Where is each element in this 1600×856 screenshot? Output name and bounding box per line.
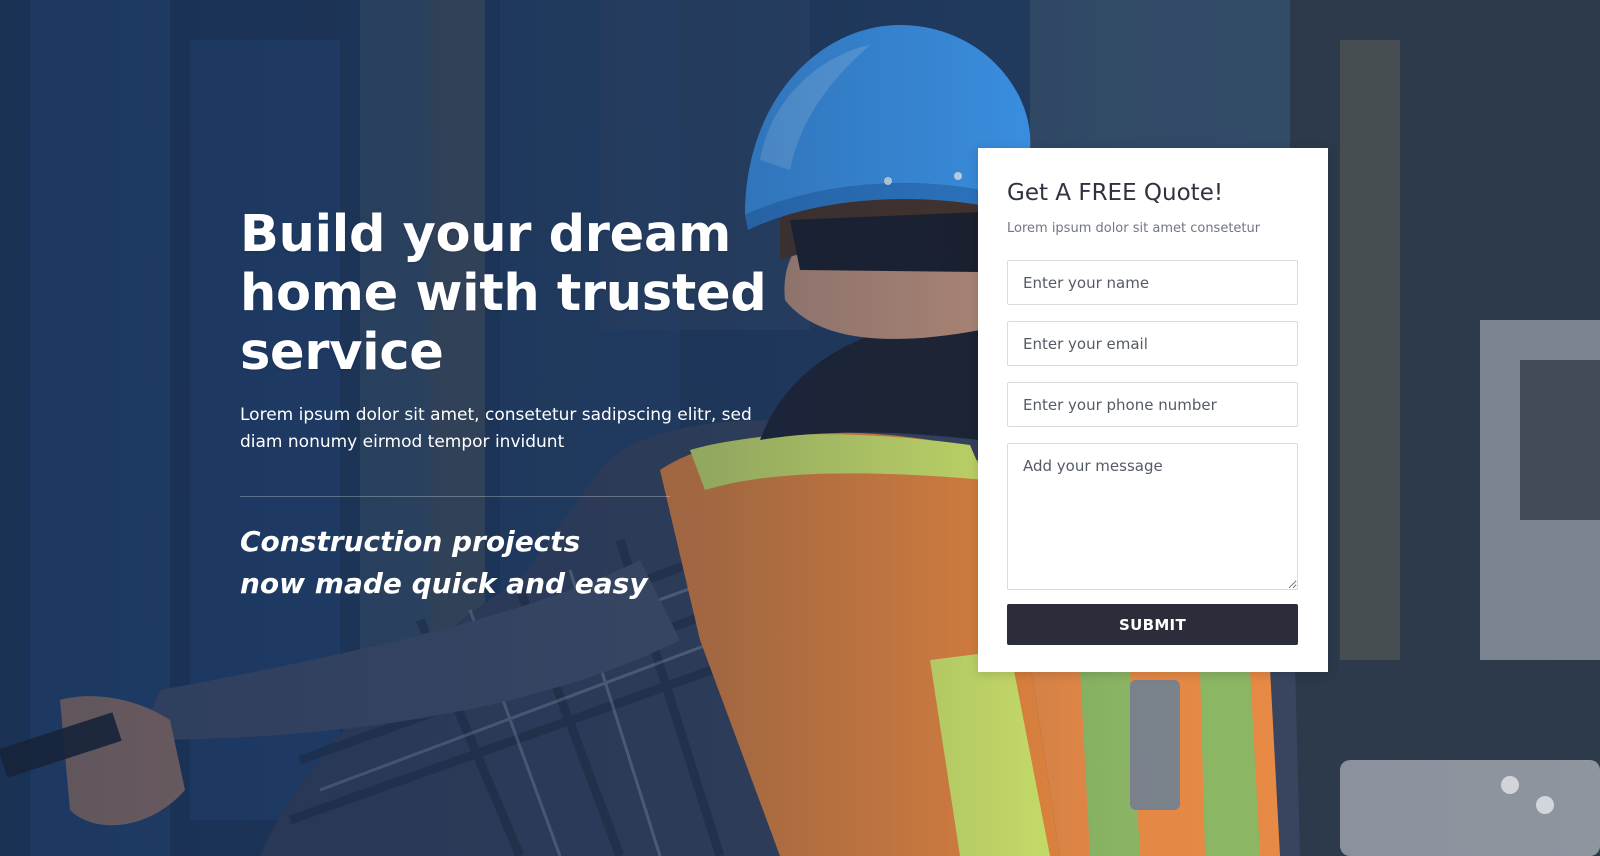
hero-tagline-line-1: Construction projects [240, 525, 581, 558]
message-textarea[interactable] [1007, 443, 1298, 590]
hero-divider [240, 496, 670, 497]
email-input[interactable] [1007, 321, 1298, 366]
hero-tagline-line-2: now made quick and easy [240, 567, 648, 600]
quote-form: SUBMIT [1007, 260, 1299, 645]
phone-input[interactable] [1007, 382, 1298, 427]
quote-form-subtitle: Lorem ipsum dolor sit amet consetetur [1007, 221, 1261, 236]
hero-headline: Build your dream home with trusted servi… [240, 205, 767, 382]
quote-form-title: Get A FREE Quote! [1007, 180, 1224, 206]
hero-description: Lorem ipsum dolor sit amet, consetetur s… [240, 405, 752, 452]
submit-button[interactable]: SUBMIT [1007, 604, 1298, 645]
hero-copy: Build your dream home with trusted servi… [240, 205, 780, 605]
name-input[interactable] [1007, 260, 1298, 305]
hero-section: Build your dream home with trusted servi… [0, 0, 1600, 856]
hero-tagline: Construction projects now made quick and… [240, 521, 780, 605]
quote-form-card: Get A FREE Quote! Lorem ipsum dolor sit … [978, 148, 1328, 672]
